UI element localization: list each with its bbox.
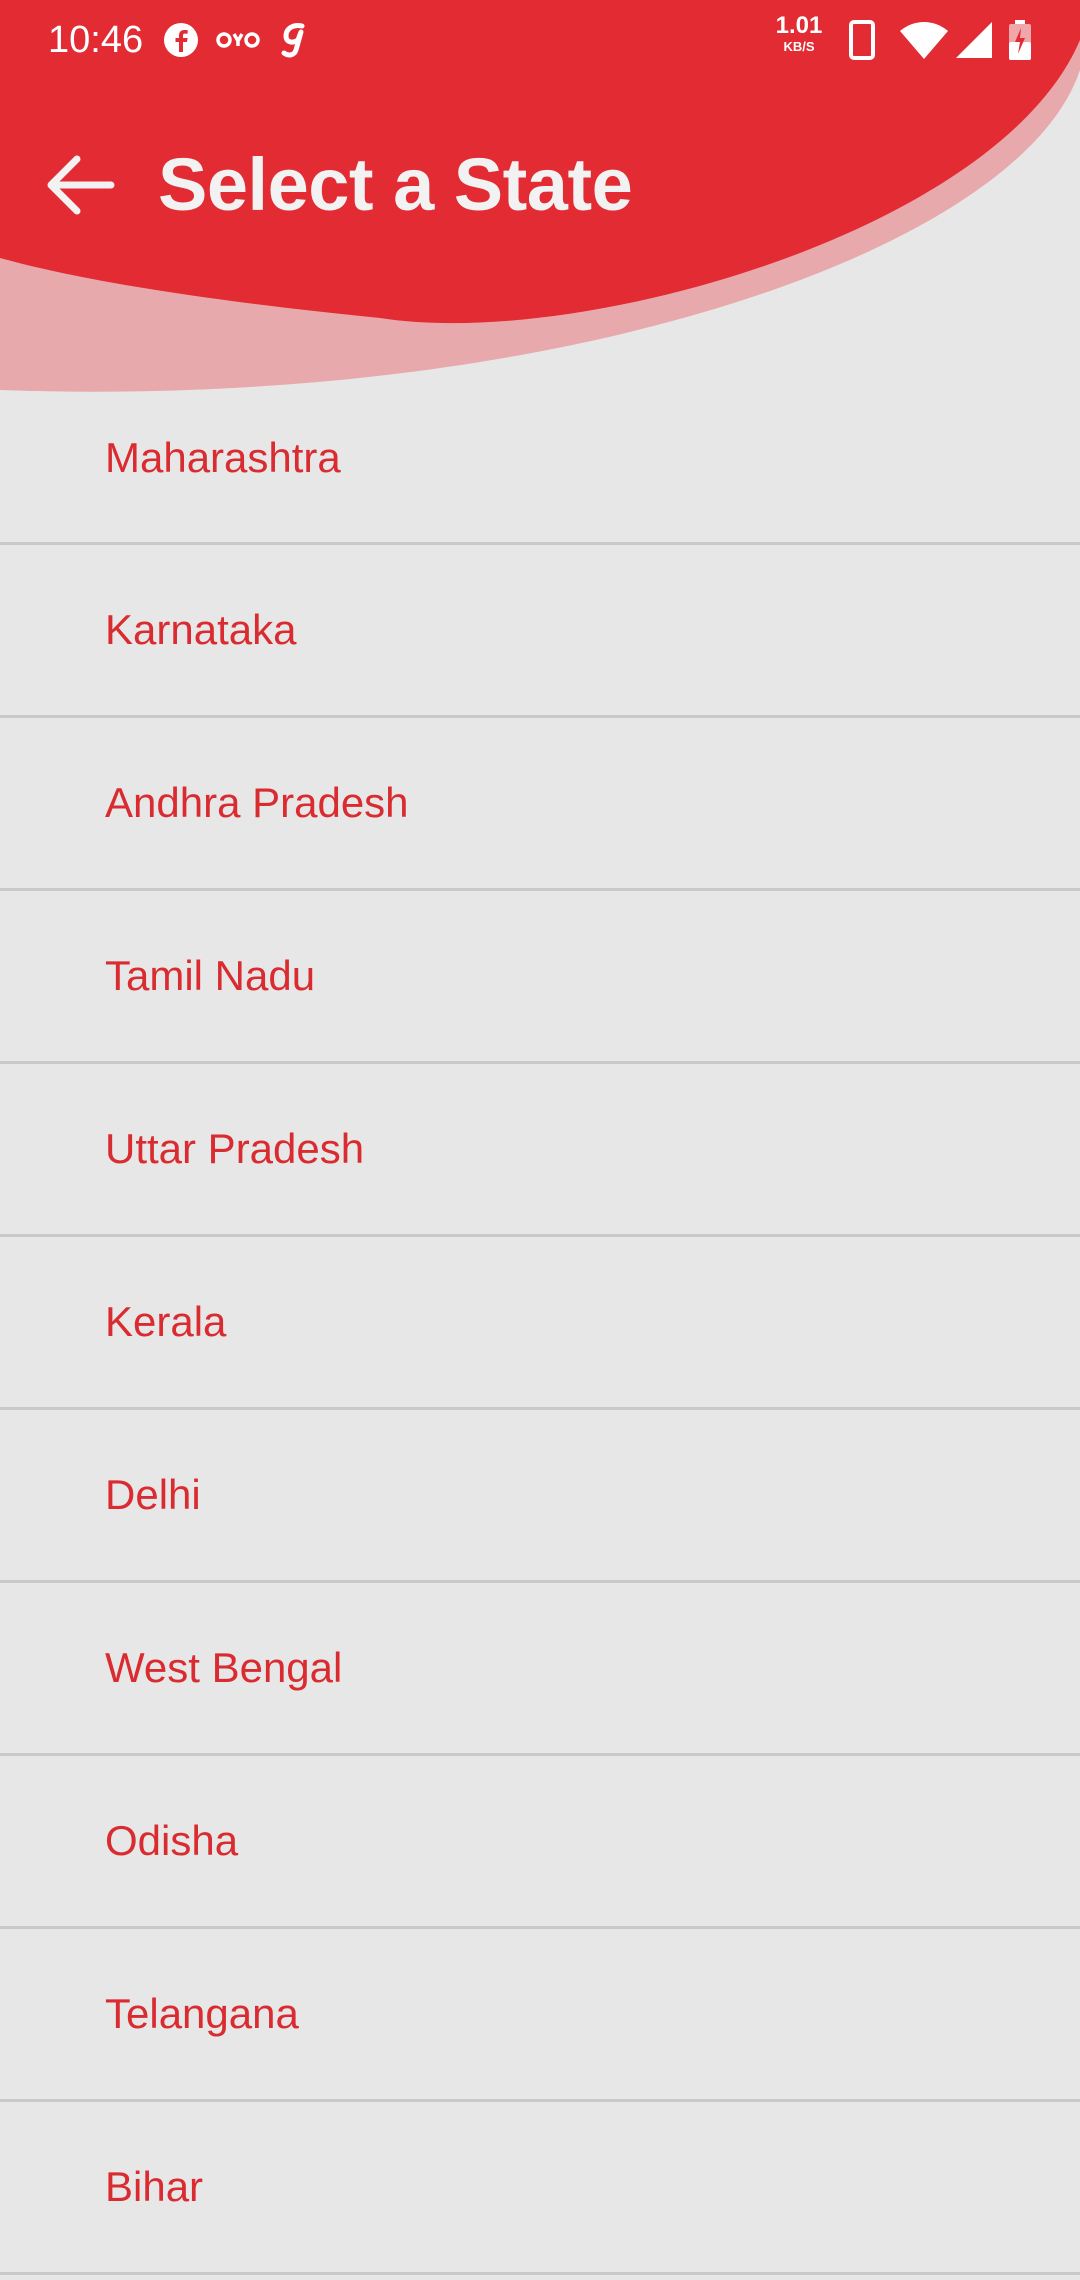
signal-icon [956, 18, 992, 62]
state-list: Maharashtra Karnataka Andhra Pradesh Tam… [0, 373, 1080, 2275]
state-item-delhi[interactable]: Delhi [0, 1410, 1080, 1583]
state-item-karnataka[interactable]: Karnataka [0, 545, 1080, 718]
state-item-bihar[interactable]: Bihar [0, 2102, 1080, 2275]
state-item-kerala[interactable]: Kerala [0, 1237, 1080, 1410]
state-label: Tamil Nadu [105, 952, 316, 999]
status-bar: 10:46 1.01 KB/S [0, 0, 1080, 80]
toolbar: Select a State [0, 110, 1080, 260]
wifi-icon [900, 18, 948, 62]
state-label: Bihar [105, 2163, 204, 2210]
network-speed: 1.01 KB/S [774, 12, 824, 54]
state-label: Maharashtra [105, 433, 341, 481]
network-speed-value: 1.01 [775, 12, 823, 39]
arrow-left-icon [47, 155, 115, 215]
state-label: Odisha [105, 1817, 239, 1864]
back-button[interactable] [34, 140, 124, 230]
battery-icon [1008, 18, 1032, 62]
state-item-tamil-nadu[interactable]: Tamil Nadu [0, 891, 1080, 1064]
state-label: Delhi [105, 1471, 201, 1518]
g-icon [280, 18, 310, 62]
status-time: 10:46 [48, 19, 144, 61]
state-item-west-bengal[interactable]: West Bengal [0, 1583, 1080, 1756]
state-label: Telangana [105, 1990, 299, 2037]
state-item-odisha[interactable]: Odisha [0, 1756, 1080, 1929]
state-label: Uttar Pradesh [105, 1125, 365, 1172]
state-label: Kerala [105, 1298, 227, 1345]
state-label: West Bengal [105, 1644, 343, 1691]
state-label: Andhra Pradesh [105, 779, 409, 826]
facebook-icon [163, 18, 199, 62]
state-item-andhra-pradesh[interactable]: Andhra Pradesh [0, 718, 1080, 891]
phone-icon [848, 18, 876, 62]
page-title: Select a State [158, 143, 633, 226]
network-speed-unit: KB/S [783, 39, 815, 54]
state-label: Karnataka [105, 606, 297, 653]
state-item-uttar-pradesh[interactable]: Uttar Pradesh [0, 1064, 1080, 1237]
state-item-telangana[interactable]: Telangana [0, 1929, 1080, 2102]
oyo-icon [216, 18, 260, 62]
